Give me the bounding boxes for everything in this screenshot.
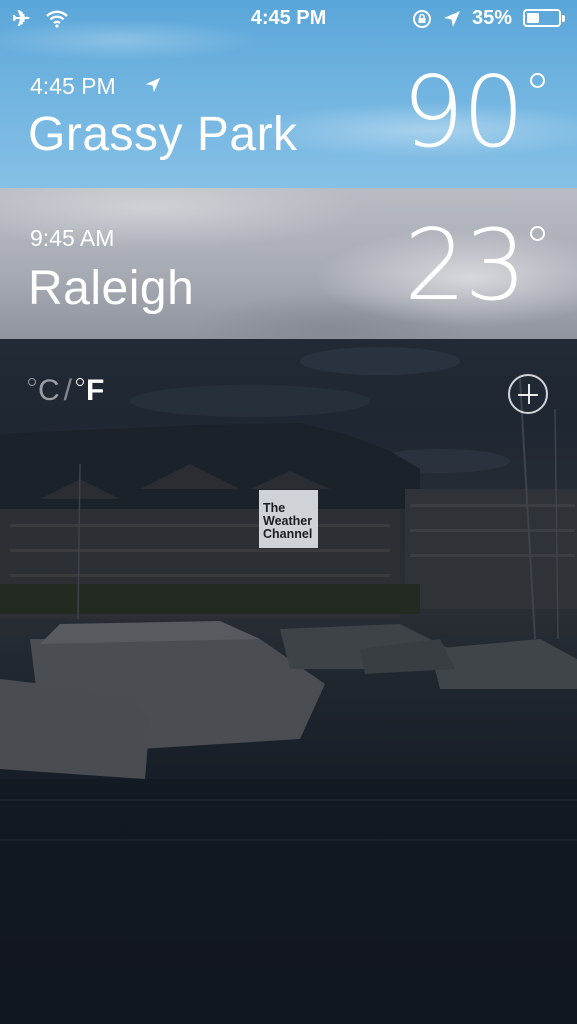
- background-harbor-image: [0, 339, 577, 1024]
- battery-percent: 35%: [472, 7, 513, 29]
- fahrenheit-option[interactable]: F: [76, 374, 104, 407]
- current-location-icon: [145, 77, 161, 93]
- city-local-time: 4:45 PM: [30, 73, 116, 99]
- unit-toggle[interactable]: C / F: [28, 374, 104, 408]
- degree-symbol: [530, 226, 545, 241]
- battery-icon: [523, 9, 565, 27]
- status-bar: ✈ 4:45 PM 35%: [0, 0, 577, 38]
- degree-symbol: [530, 73, 545, 88]
- city-row-raleigh[interactable]: 9:45 AM Raleigh 23: [0, 188, 577, 339]
- city-temperature: 90: [402, 56, 525, 170]
- weather-channel-logo[interactable]: The Weather Channel: [259, 490, 318, 548]
- location-arrow-icon: [444, 11, 460, 27]
- city-name: Grassy Park: [28, 108, 298, 161]
- city-local-time: 9:45 AM: [30, 225, 115, 251]
- rotation-lock-icon: [413, 10, 431, 28]
- city-name: Raleigh: [28, 262, 195, 315]
- battery-fill: [527, 13, 539, 23]
- city-temperature: 23: [404, 209, 527, 323]
- celsius-option[interactable]: C: [28, 374, 60, 407]
- add-city-button[interactable]: [508, 374, 548, 414]
- unit-separator: /: [63, 374, 73, 407]
